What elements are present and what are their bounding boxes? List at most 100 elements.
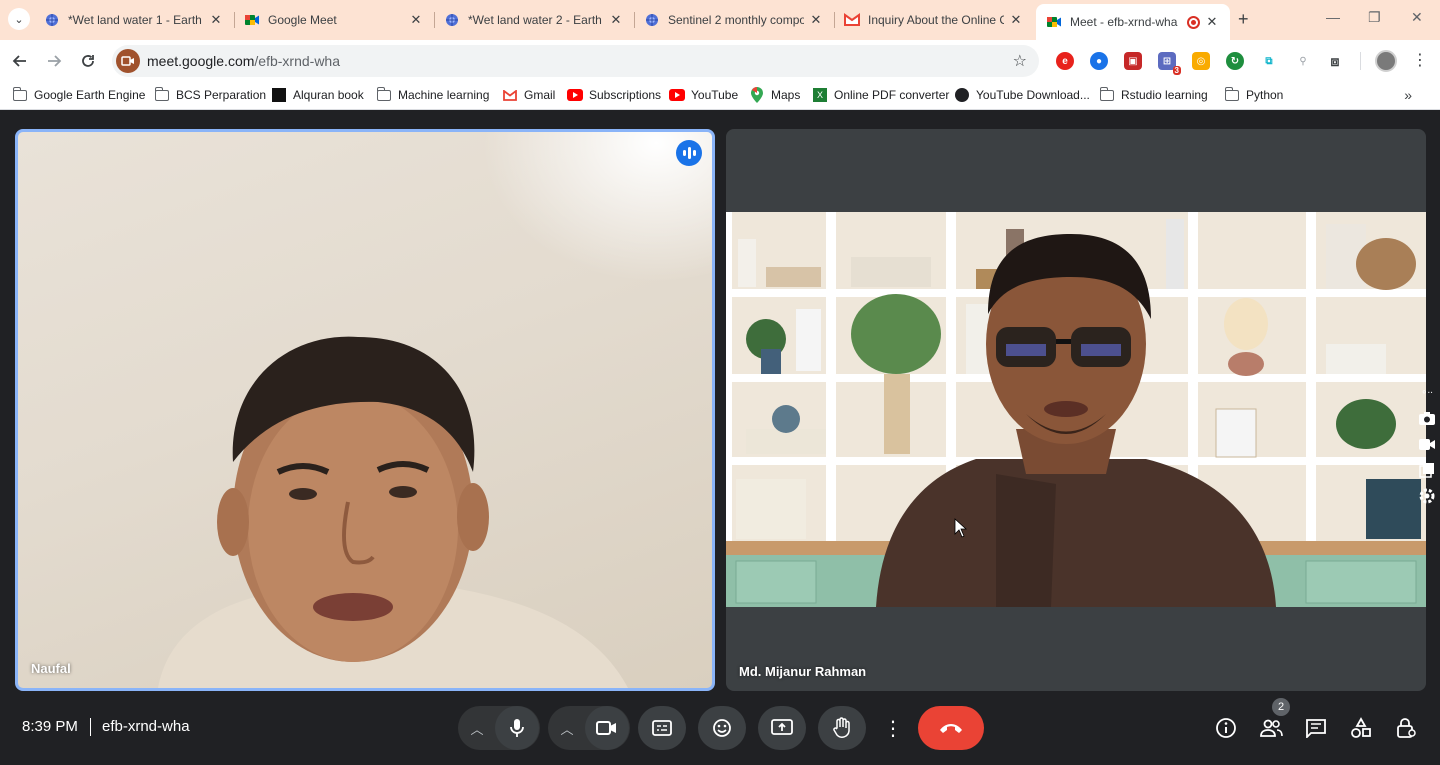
bookmark-pdf-converter[interactable]: X Online PDF converter xyxy=(812,88,949,102)
bookmark-python[interactable]: Python xyxy=(1224,86,1283,102)
bookmark-rstudio[interactable]: Rstudio learning xyxy=(1099,86,1208,102)
camera-icon xyxy=(596,721,616,735)
youtube-icon xyxy=(567,88,583,102)
tab-wetland-2[interactable]: *Wet land water 2 - Earth E ✕ xyxy=(444,6,624,34)
mic-options-chevron-icon[interactable]: ︿ xyxy=(459,719,495,738)
bookmark-subscriptions[interactable]: Subscriptions xyxy=(567,88,661,102)
lock-person-icon xyxy=(1397,718,1416,738)
earth-engine-icon xyxy=(44,12,60,28)
bookmark-bcs[interactable]: BCS Perparation xyxy=(154,86,266,102)
bookmark-youtube-download[interactable]: YouTube Download... xyxy=(954,88,1090,102)
extension-badge: 3 xyxy=(1172,66,1181,75)
menu-kebab-icon[interactable]: ⋮ xyxy=(1412,50,1428,70)
url-text[interactable]: meet.google.com/efb-xrnd-wha xyxy=(147,53,340,69)
youtube-icon xyxy=(669,88,685,102)
tab-wetland-1[interactable]: *Wet land water 1 - Earth E ✕ xyxy=(44,6,224,34)
site-camera-icon[interactable] xyxy=(116,49,140,73)
bookmark-label: Machine learning xyxy=(398,88,490,102)
extension-green-icon[interactable]: ↻ xyxy=(1226,52,1244,70)
host-controls-button[interactable] xyxy=(1394,716,1418,740)
camera-button[interactable] xyxy=(585,706,629,750)
bookmark-alquran[interactable]: Alquran book xyxy=(271,88,364,102)
folder-icon xyxy=(376,86,392,102)
close-icon[interactable]: ✕ xyxy=(1204,14,1220,30)
info-icon xyxy=(1216,718,1236,738)
bookmark-maps[interactable]: Maps xyxy=(749,87,800,103)
camera-options-chevron-icon[interactable]: ︿ xyxy=(549,719,585,738)
web-icon xyxy=(954,88,970,102)
bookmark-youtube[interactable]: YouTube xyxy=(669,88,738,102)
tab-sentinel[interactable]: Sentinel 2 monthly compo ✕ xyxy=(644,6,824,34)
gear-icon[interactable] xyxy=(1414,483,1440,509)
people-icon xyxy=(1260,719,1283,737)
close-icon[interactable]: ✕ xyxy=(1008,12,1024,28)
extension-cyan-icon[interactable]: ⧉ xyxy=(1260,52,1278,70)
folder-icon xyxy=(154,86,170,102)
close-icon[interactable]: ✕ xyxy=(208,12,224,28)
restore-icon[interactable]: ❐ xyxy=(1368,9,1381,26)
gmail-icon xyxy=(844,12,860,28)
alquran-icon xyxy=(271,88,287,102)
reload-icon[interactable] xyxy=(77,50,99,72)
video-record-icon[interactable] xyxy=(1414,431,1440,457)
participant-tile-mijanur[interactable]: Md. Mijanur Rahman xyxy=(726,129,1426,691)
participant-tile-naufal[interactable]: Naufal xyxy=(15,129,715,691)
bookmark-label: YouTube xyxy=(691,88,739,102)
tab-search-button[interactable]: ⌄ xyxy=(8,8,30,30)
tab-divider xyxy=(634,12,635,28)
meet-icon xyxy=(244,12,260,28)
back-icon[interactable] xyxy=(9,50,31,72)
browser-toolbar: meet.google.com/efb-xrnd-wha ☆ e ● ▣ ⊞ 3… xyxy=(0,40,1440,82)
tab-google-meet[interactable]: Google Meet ✕ xyxy=(244,6,424,34)
close-icon[interactable]: ✕ xyxy=(808,12,824,28)
extension-red-icon[interactable]: e xyxy=(1056,52,1074,70)
bookmarks-overflow-icon[interactable]: » xyxy=(1404,87,1412,103)
meet-control-bar: 8:39 PM efb-xrnd-wha ︿ ︿ ⋮ 2 xyxy=(0,690,1440,765)
activities-button[interactable] xyxy=(1349,716,1373,740)
more-dots-icon[interactable]: ∘∙∙ xyxy=(1414,379,1440,405)
speaking-indicator-icon xyxy=(676,140,702,166)
bookmark-gmail[interactable]: Gmail xyxy=(502,88,555,102)
leave-call-button[interactable] xyxy=(918,706,984,750)
participant-name: Md. Mijanur Rahman xyxy=(739,664,867,679)
extension-pdf-icon[interactable]: ▣ xyxy=(1124,52,1142,70)
address-bar[interactable]: meet.google.com/efb-xrnd-wha ☆ xyxy=(112,45,1039,77)
forward-icon[interactable] xyxy=(43,50,65,72)
emoji-reaction-button[interactable] xyxy=(698,706,746,750)
people-button[interactable] xyxy=(1259,716,1283,740)
copy-windows-icon[interactable] xyxy=(1414,457,1440,483)
bookmark-label: Rstudio learning xyxy=(1121,88,1208,102)
extension-blue-icon[interactable]: ● xyxy=(1090,52,1108,70)
microphone-button[interactable] xyxy=(495,706,539,750)
close-icon[interactable]: ✕ xyxy=(408,12,424,28)
raise-hand-button[interactable] xyxy=(818,706,866,750)
close-icon[interactable]: ✕ xyxy=(608,12,624,28)
bookmark-label: Alquran book xyxy=(293,88,364,102)
chat-icon xyxy=(1306,719,1326,738)
bookmark-machine-learning[interactable]: Machine learning xyxy=(376,86,490,102)
captions-button[interactable] xyxy=(638,706,686,750)
profile-avatar[interactable] xyxy=(1375,50,1397,72)
screenshot-camera-icon[interactable] xyxy=(1414,405,1440,431)
url-path: /efb-xrnd-wha xyxy=(254,53,340,69)
minimize-icon[interactable]: — xyxy=(1326,9,1340,25)
extensions-puzzle-icon[interactable]: ⧈ xyxy=(1326,52,1344,70)
tab-inquiry[interactable]: Inquiry About the Online C ✕ xyxy=(844,6,1024,34)
chat-button[interactable] xyxy=(1304,716,1328,740)
new-tab-button[interactable]: + xyxy=(1238,9,1249,30)
extension-orange-icon[interactable]: ◎ xyxy=(1192,52,1210,70)
extension-grey-icon[interactable]: ⚲ xyxy=(1294,52,1312,70)
mic-control: ︿ xyxy=(458,706,540,750)
meet-icon xyxy=(1046,14,1062,30)
present-screen-button[interactable] xyxy=(758,706,806,750)
more-options-button[interactable]: ⋮ xyxy=(878,706,908,750)
tab-meet-active[interactable]: Meet - efb-xrnd-wha ✕ xyxy=(1036,4,1230,40)
extension-grid-icon[interactable]: ⊞ 3 xyxy=(1158,52,1181,75)
bookmark-star-icon[interactable]: ☆ xyxy=(1013,51,1027,71)
close-window-icon[interactable]: ✕ xyxy=(1411,9,1423,26)
bookmark-google-earth-engine[interactable]: Google Earth Engine xyxy=(12,86,145,102)
tab-title: *Wet land water 1 - Earth E xyxy=(68,13,204,27)
meeting-details-button[interactable] xyxy=(1214,716,1238,740)
bookmark-label: YouTube Download... xyxy=(976,88,1090,102)
activities-shapes-icon xyxy=(1351,717,1371,738)
